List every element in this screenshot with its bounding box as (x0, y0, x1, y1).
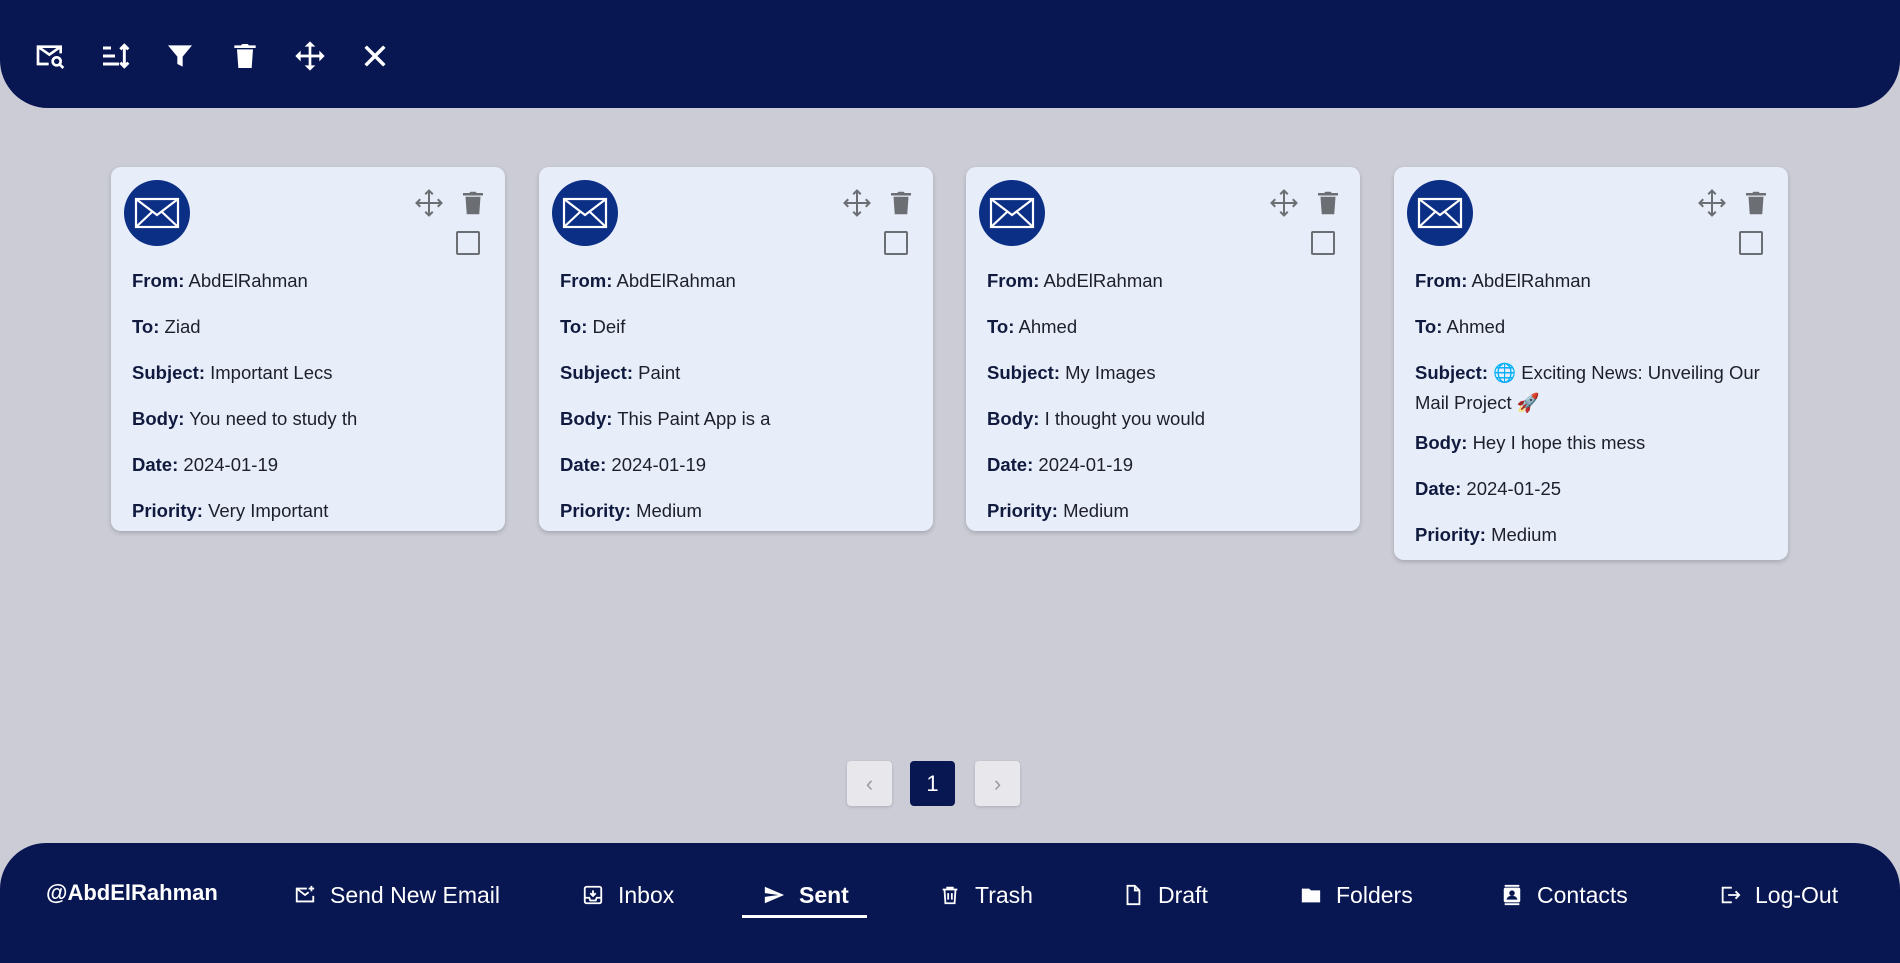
nav-folders[interactable]: Folders (1300, 870, 1413, 920)
move-icon[interactable] (414, 188, 444, 218)
priority-field: Priority: Medium (987, 500, 1129, 521)
email-card[interactable]: From: AbdElRahman To: Ahmed Subject: 🌐 E… (1394, 167, 1788, 560)
mail-avatar-icon (552, 180, 618, 246)
move-icon[interactable] (292, 38, 328, 74)
top-toolbar (0, 0, 1900, 108)
nav-log-out[interactable]: Log-Out (1719, 870, 1838, 920)
body-field: Body: Hey I hope this mess (1415, 432, 1646, 453)
email-card[interactable]: From: AbdElRahman To: Deif Subject: Pain… (539, 167, 933, 531)
to-field: To: Deif (560, 316, 626, 337)
trash-icon[interactable] (458, 188, 488, 218)
trash-icon[interactable] (227, 38, 263, 74)
search-mail-icon[interactable] (32, 38, 68, 74)
close-icon[interactable] (357, 38, 393, 74)
nav-draft[interactable]: Draft (1122, 870, 1208, 920)
nav-contacts[interactable]: Contacts (1501, 870, 1628, 920)
page-number: 1 (926, 770, 939, 796)
nav-trash[interactable]: Trash (939, 870, 1033, 920)
to-field: To: Ahmed (1415, 316, 1506, 337)
inbox-icon (582, 884, 604, 906)
from-field: From: AbdElRahman (132, 270, 308, 291)
prev-page-button[interactable]: ‹ (847, 761, 892, 806)
trash-icon (939, 884, 961, 906)
body-field: Body: I thought you would (987, 408, 1206, 429)
active-tab-indicator (742, 915, 867, 918)
contacts-icon (1501, 884, 1523, 906)
nav-label: Send New Email (330, 881, 501, 908)
subject-field: Subject: Paint (560, 362, 681, 383)
subject-field: Subject: My Images (987, 362, 1156, 383)
move-icon[interactable] (842, 188, 872, 218)
date-field: Date: 2024-01-19 (132, 454, 279, 475)
draft-icon (1122, 884, 1144, 906)
priority-field: Priority: Medium (560, 500, 702, 521)
folder-icon (1300, 884, 1322, 906)
trash-icon[interactable] (886, 188, 916, 218)
nav-inbox[interactable]: Inbox (582, 870, 674, 920)
select-checkbox[interactable] (1311, 231, 1335, 255)
mail-avatar-icon (979, 180, 1045, 246)
mail-avatar-icon (1407, 180, 1473, 246)
from-field: From: AbdElRahman (987, 270, 1163, 291)
date-field: Date: 2024-01-25 (1415, 478, 1562, 499)
send-icon (763, 884, 785, 906)
date-field: Date: 2024-01-19 (560, 454, 707, 475)
priority-field: Priority: Very Important (132, 500, 329, 521)
select-checkbox[interactable] (1739, 231, 1763, 255)
chevron-left-icon: ‹ (865, 770, 874, 796)
to-field: To: Ahmed (987, 316, 1078, 337)
nav-label: Folders (1336, 881, 1413, 908)
next-page-button[interactable]: › (975, 761, 1020, 806)
from-field: From: AbdElRahman (1415, 270, 1591, 291)
nav-label: Sent (799, 881, 849, 908)
trash-icon[interactable] (1741, 188, 1771, 218)
nav-label: Draft (1158, 881, 1208, 908)
trash-icon[interactable] (1313, 188, 1343, 218)
nav-label: Trash (975, 881, 1033, 908)
nav-sent[interactable]: Sent (763, 870, 849, 920)
select-checkbox[interactable] (456, 231, 480, 255)
chevron-right-icon: › (993, 770, 1002, 796)
move-icon[interactable] (1697, 188, 1727, 218)
sort-icon[interactable] (97, 38, 133, 74)
filter-icon[interactable] (162, 38, 198, 74)
page-1-button[interactable]: 1 (910, 761, 955, 806)
email-card[interactable]: From: AbdElRahman To: Ziad Subject: Impo… (111, 167, 505, 531)
username-label: @AbdElRahman (46, 880, 218, 905)
logout-icon (1719, 884, 1741, 906)
move-icon[interactable] (1269, 188, 1299, 218)
nav-label: Contacts (1537, 881, 1628, 908)
mail-avatar-icon (124, 180, 190, 246)
to-field: To: Ziad (132, 316, 201, 337)
priority-field: Priority: Medium (1415, 524, 1557, 545)
nav-label: Inbox (618, 881, 675, 908)
subject-field: Subject: Important Lecs (132, 362, 333, 383)
email-card[interactable]: From: AbdElRahman To: Ahmed Subject: My … (966, 167, 1360, 531)
date-field: Date: 2024-01-19 (987, 454, 1134, 475)
nav-label: Log-Out (1755, 881, 1839, 908)
nav-send-new-email[interactable]: Send New Email (294, 870, 500, 920)
compose-icon (294, 884, 316, 906)
subject-field: Subject: 🌐 Exciting News: Unveiling Our … (1415, 362, 1760, 413)
select-checkbox[interactable] (884, 231, 908, 255)
from-field: From: AbdElRahman (560, 270, 736, 291)
body-field: Body: This Paint App is a (560, 408, 771, 429)
body-field: Body: You need to study th (132, 408, 358, 429)
